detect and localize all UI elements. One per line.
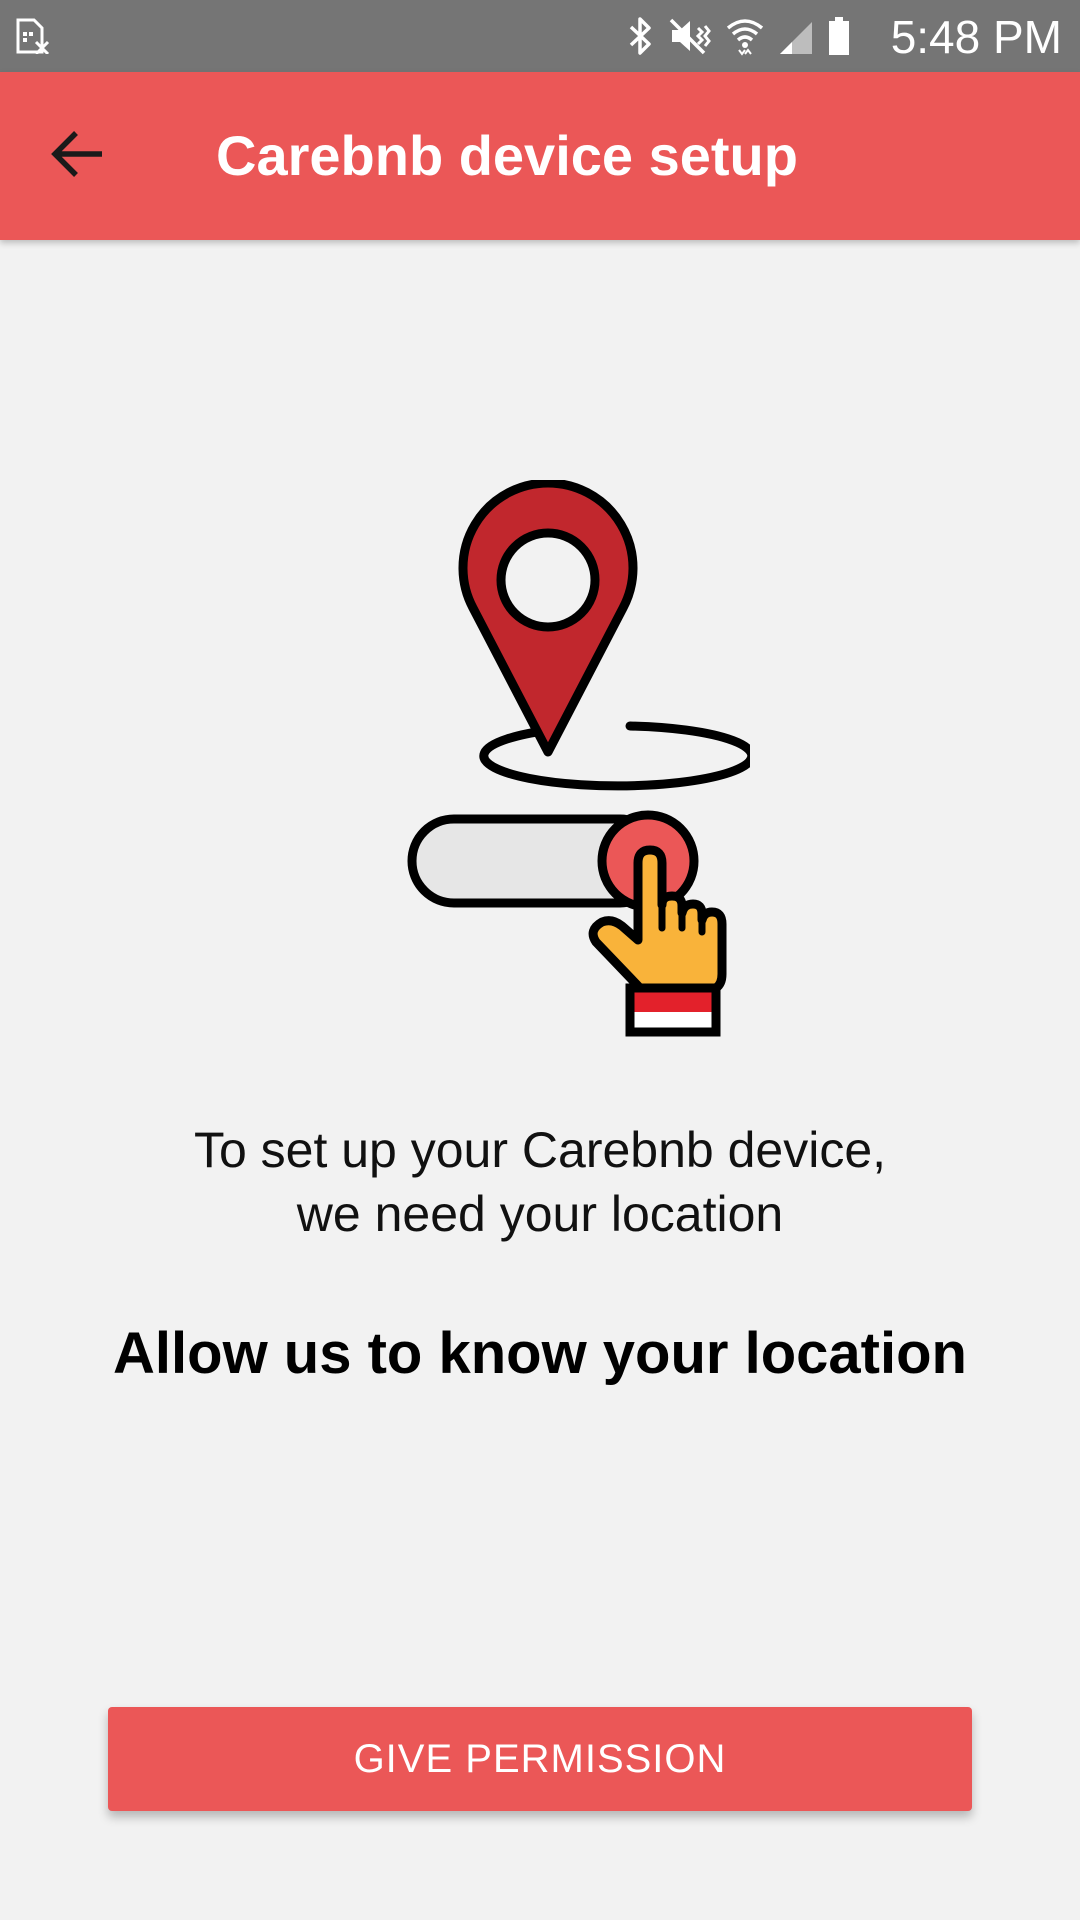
page-title: Carebnb device setup xyxy=(216,124,798,187)
arrow-left-icon xyxy=(50,128,106,185)
cell-signal-icon xyxy=(778,16,814,56)
wifi-icon xyxy=(726,16,764,56)
bluetooth-icon xyxy=(628,16,654,56)
status-time: 5:48 PM xyxy=(890,11,1062,63)
status-bar: 5:48 PM xyxy=(0,0,1080,72)
mute-icon xyxy=(668,16,712,56)
back-button[interactable] xyxy=(30,108,126,204)
location-pin-toggle-icon xyxy=(390,478,757,1040)
intro-text: To set up your Carebnb device, we need y… xyxy=(90,1118,990,1246)
sim-card-icon xyxy=(14,18,50,56)
intro-line-1: To set up your Carebnb device, xyxy=(193,1122,887,1178)
app-bar: Carebnb device setup xyxy=(0,72,1080,240)
battery-icon xyxy=(828,16,850,56)
location-heading: Allow us to know your location xyxy=(113,1321,967,1386)
intro-line-2: we need your location xyxy=(296,1186,784,1242)
give-permission-button[interactable]: GIVE PERMISSION xyxy=(108,1707,972,1811)
